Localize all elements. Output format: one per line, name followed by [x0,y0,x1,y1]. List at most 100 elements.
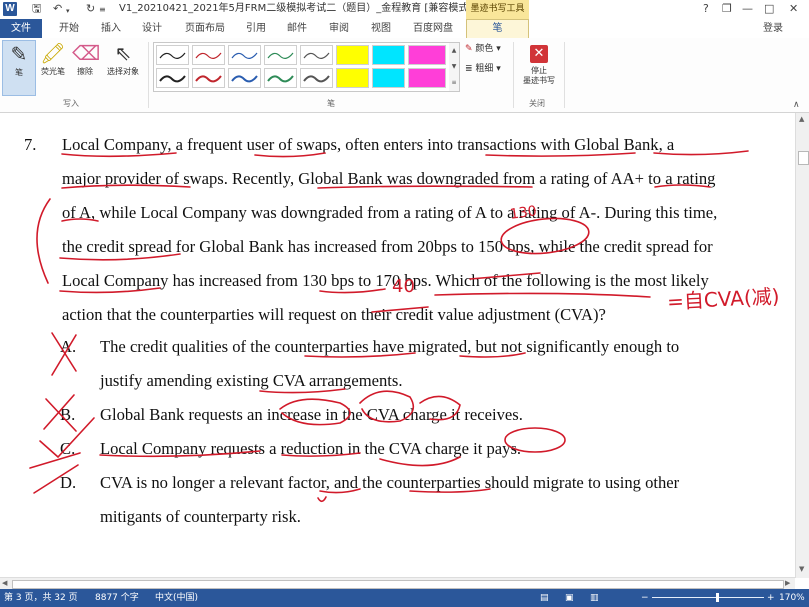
redo-icon[interactable]: ↻ [86,2,95,16]
eraser-tool-label: 擦除 [77,67,93,76]
line-thickness-icon: ≣ [465,64,473,74]
title-bar: W 🖫 ↶ ▾ ↻ ≡ V1_20210421_2021年5月FRM二级模拟考试… [0,0,809,19]
ribbon-tab-bar: 文件 开始 插入 设计 页面布局 引用 邮件 审阅 视图 百度网盘 笔 登录 [0,19,809,39]
option-a-letter: A. [60,337,77,356]
zoom-slider-handle[interactable] [716,593,719,602]
scroll-down-icon[interactable]: ▼ [799,565,804,573]
option-b-letter: B. [60,405,76,424]
pen-style-black-thick[interactable] [156,68,189,88]
tab-pen[interactable]: 笔 [466,19,529,38]
print-layout-icon[interactable]: ▣ [565,589,574,607]
select-objects-label: 选择对象 [107,67,139,76]
pen-style-gallery [153,42,451,92]
color-button[interactable]: ✎ 颜色 ▾ [465,42,501,56]
collapse-ribbon-icon[interactable]: ∧ [793,100,800,110]
tab-file[interactable]: 文件 [0,19,42,38]
horizontal-scroll-thumb[interactable] [12,580,784,589]
stop-inking-button[interactable]: ✕ 停止 墨迹书写 [517,42,561,86]
ribbon-display-button[interactable]: ❐ [722,1,732,17]
separator [513,42,514,108]
pen-style-green-thin[interactable] [264,45,297,65]
pen-style-red-thin[interactable] [192,45,225,65]
highlighter-icon: 🖍 [40,41,66,65]
minimize-button[interactable]: — [742,1,753,17]
zoom-level[interactable]: 170% [779,589,805,607]
group-label-write: 写入 [63,99,79,108]
word-count[interactable]: 8877 个字 [95,589,139,607]
highlighter-tool-label: 荧光笔 [41,67,65,76]
scroll-up-icon[interactable]: ▲ [799,115,804,123]
zoom-slider[interactable] [652,597,764,598]
highlighter-style-cyan[interactable] [372,45,405,65]
eraser-icon: ⌫ [72,41,101,65]
highlighter-style-cyan-thick[interactable] [372,68,405,88]
tab-view[interactable]: 视图 [371,19,391,38]
select-cursor-icon: ⇖ [114,41,132,65]
word-app-icon: W [3,2,17,16]
status-bar: 第 3 页，共 32 页 8877 个字 中文(中国) ▤ ▣ ▥ − + 17… [0,589,809,607]
read-mode-icon[interactable]: ▤ [540,589,549,607]
gallery-scroll-buttons[interactable]: ▲ ▼ ≡ [449,42,460,92]
pen-style-gray-thick[interactable] [300,68,333,88]
handwritten-40: 40 [392,276,415,297]
question-number: 7. [24,135,37,154]
pen-style-blue-thick[interactable] [228,68,261,88]
web-layout-icon[interactable]: ▥ [590,589,599,607]
handwritten-side-note: =自CVA(减) [666,284,781,314]
thickness-button[interactable]: ≣ 粗细 ▾ [465,62,501,76]
undo-icon[interactable]: ↶ [53,2,62,16]
language-status[interactable]: 中文(中国) [155,589,198,607]
option-d-line-2: mitigants of counterparty risk. [100,507,301,526]
highlighter-tool-button[interactable]: 🖍 荧光笔 [37,40,69,94]
pen-style-blue-thin[interactable] [228,45,261,65]
question-line-4: the credit spread for Global Bank has in… [62,237,713,256]
ink-underline [434,292,651,298]
pen-style-gray-thin[interactable] [300,45,333,65]
option-a-line-1: The credit qualities of the counterparti… [100,337,680,356]
pen-style-black-thin[interactable] [156,45,189,65]
save-icon[interactable]: 🖫 [32,2,41,16]
question-line-1: Local Company, a frequent user of swaps,… [62,135,675,154]
highlighter-style-yellow[interactable] [336,45,369,65]
tab-review[interactable]: 审阅 [329,19,349,38]
tab-design[interactable]: 设计 [142,19,162,38]
pen-style-green-thick[interactable] [264,68,297,88]
pen-style-red-thick[interactable] [192,68,225,88]
highlighter-style-magenta-thick[interactable] [408,68,446,88]
scroll-left-icon[interactable]: ◀ [2,579,7,587]
close-button[interactable]: ✕ [789,1,798,17]
help-button[interactable]: ? [703,1,709,17]
tab-references[interactable]: 引用 [246,19,266,38]
quick-access-dropdown-icon[interactable]: ≡ [99,3,106,17]
tab-mailings[interactable]: 邮件 [287,19,307,38]
zoom-out-button[interactable]: − [641,589,649,607]
tab-home[interactable]: 开始 [59,19,79,38]
question-line-3: of A, while Local Company was downgraded… [62,203,718,222]
sign-in-link[interactable]: 登录 [763,19,783,38]
pen-tool-button[interactable]: ✎ 笔 [2,40,36,96]
option-d-letter: D. [60,473,77,492]
option-c-line-1: Local Company requests a reduction in th… [100,439,522,458]
ink-underline [317,496,327,503]
scroll-right-icon[interactable]: ▶ [785,579,790,587]
undo-dropdown-icon[interactable]: ▾ [66,4,70,18]
eraser-tool-button[interactable]: ⌫ 擦除 [72,40,101,94]
zoom-in-button[interactable]: + [767,589,775,607]
vertical-scroll-thumb[interactable] [798,151,809,165]
document-page[interactable]: 7. Local Company, a frequent user of swa… [0,113,795,578]
option-a-line-2: justify amending existing CVA arrangemen… [100,371,403,390]
question-line-6: action that the counterparties will requ… [62,305,606,324]
pen-tool-label: 笔 [15,68,23,77]
tab-insert[interactable]: 插入 [101,19,121,38]
page-count[interactable]: 第 3 页，共 32 页 [4,589,78,607]
highlighter-style-magenta[interactable] [408,45,446,65]
highlighter-style-yellow-thick[interactable] [336,68,369,88]
color-label: 颜色 [475,44,494,54]
maximize-button[interactable]: □ [764,1,774,17]
select-objects-button[interactable]: ⇖ 选择对象 [101,40,145,94]
group-label-close: 关闭 [529,99,545,108]
vertical-scrollbar[interactable]: ▲ ▼ [795,113,809,578]
stop-x-icon: ✕ [530,45,548,63]
tab-baidu-netdisk[interactable]: 百度网盘 [413,19,453,38]
tab-layout[interactable]: 页面布局 [185,19,225,38]
